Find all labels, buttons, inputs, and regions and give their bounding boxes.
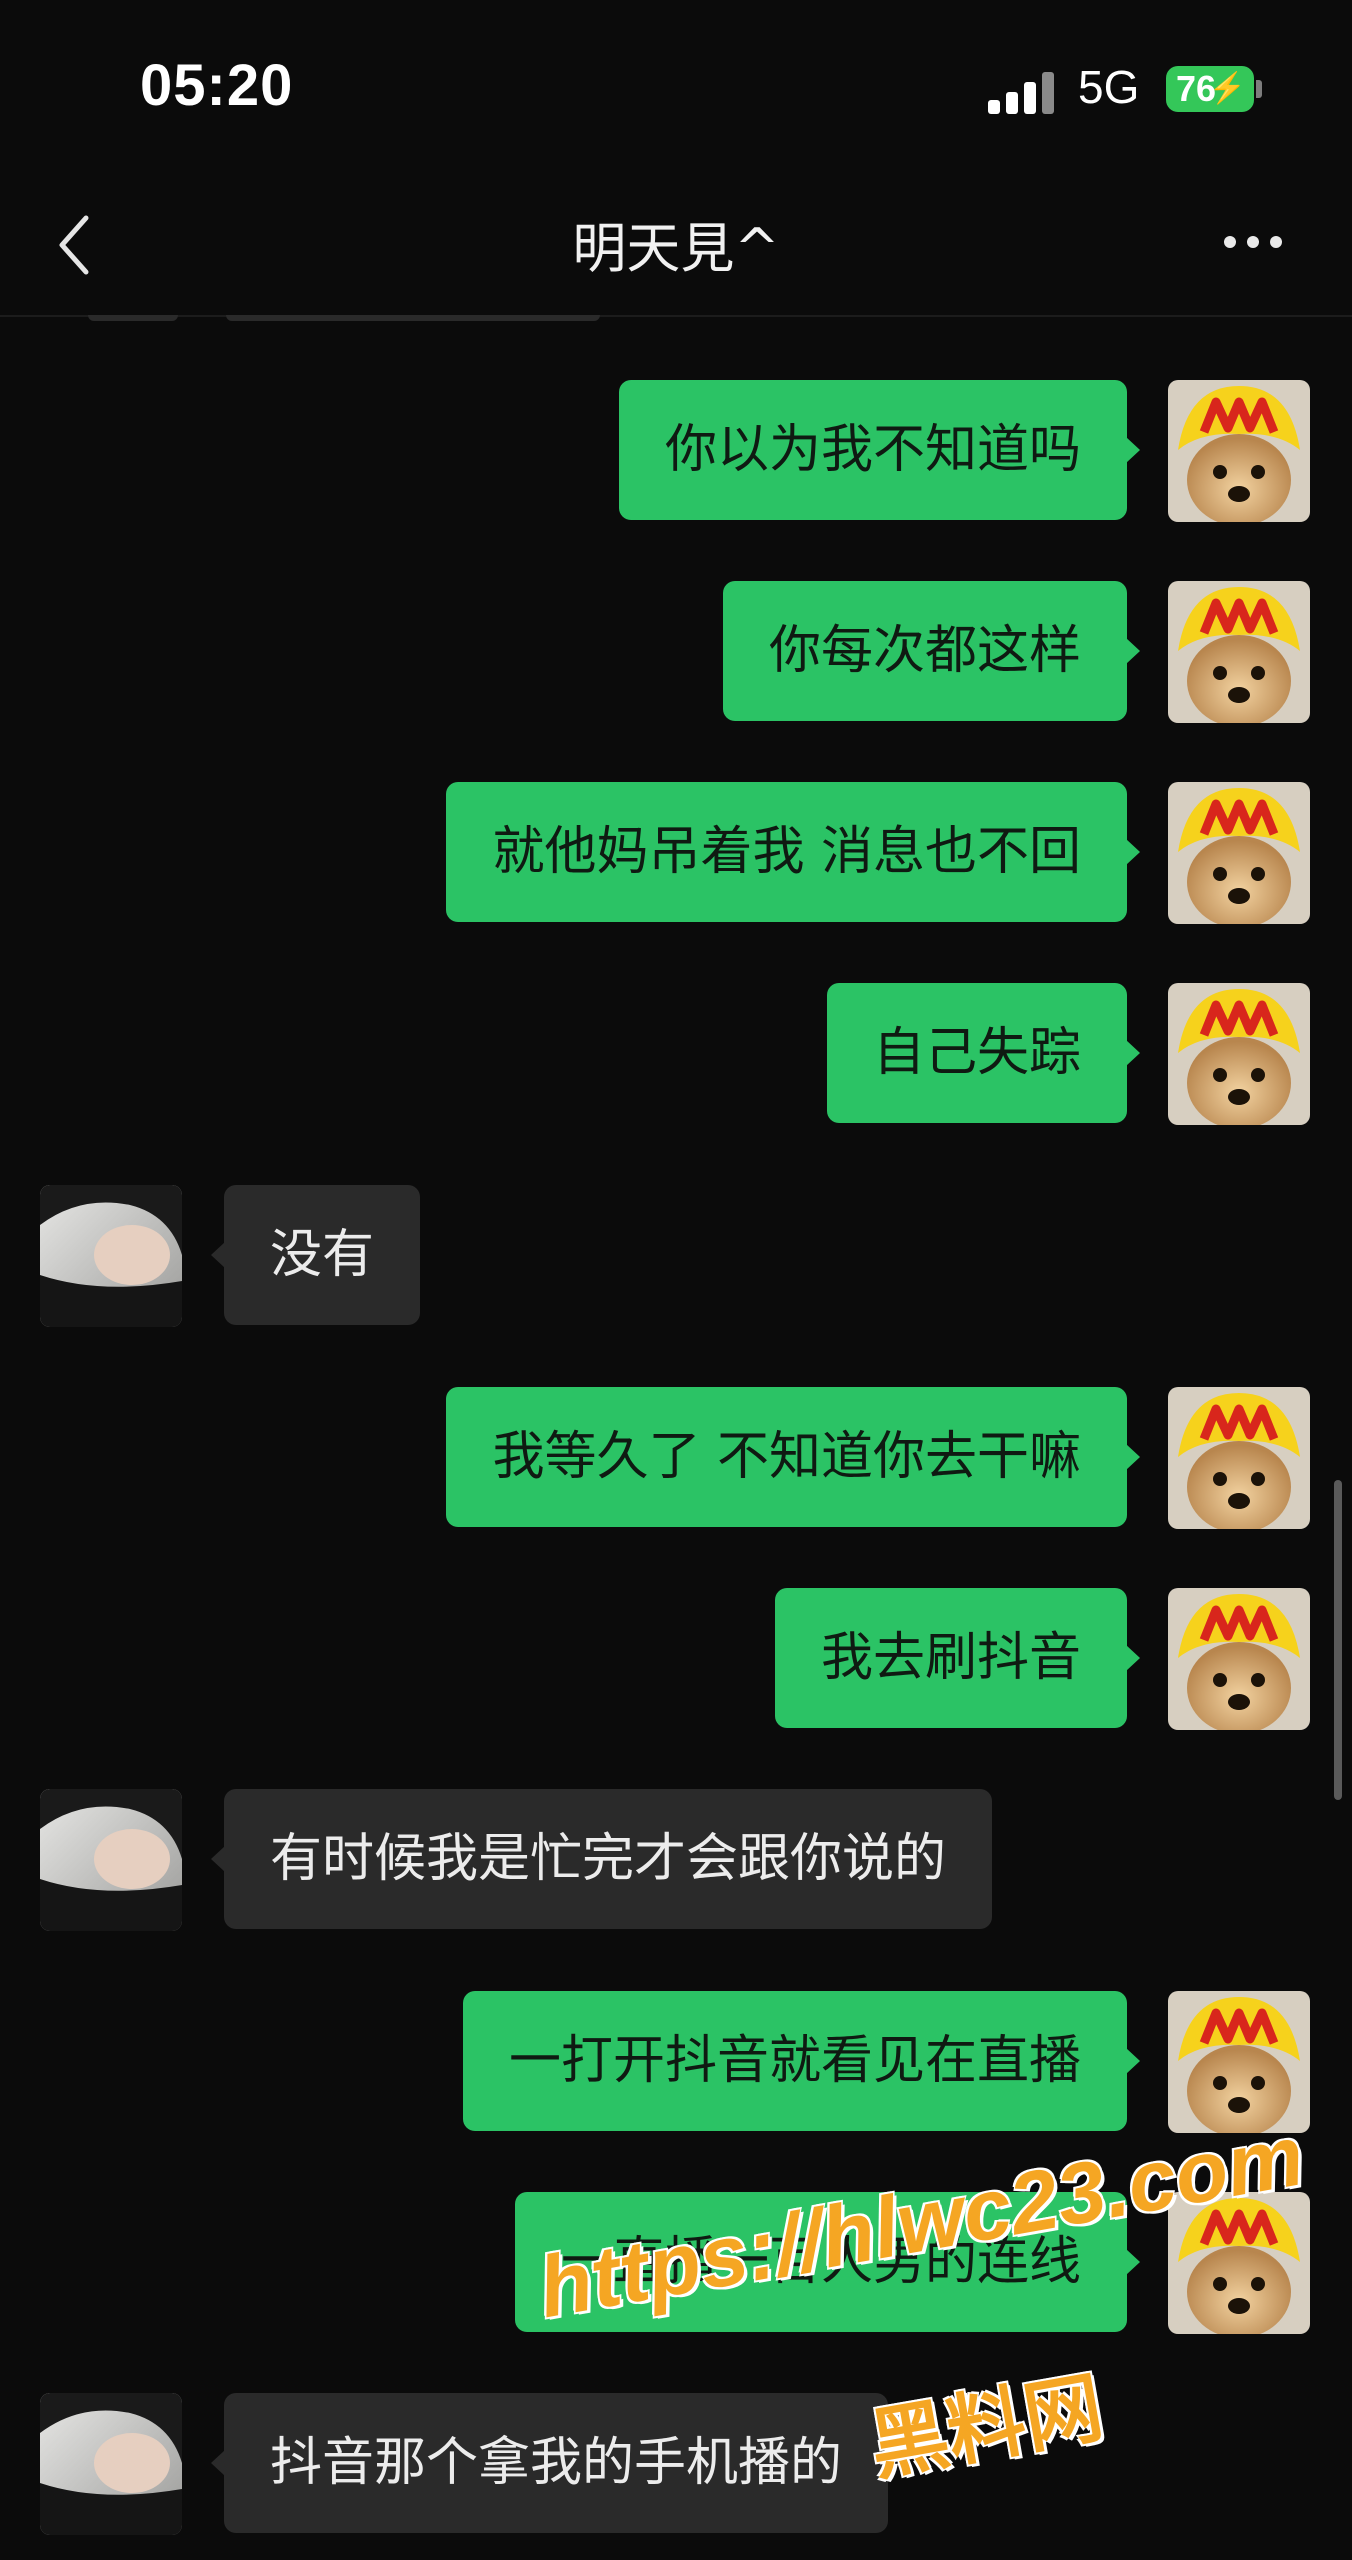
dog-avatar-icon	[1168, 581, 1310, 723]
message-bubble-sent[interactable]: 一打开抖音就看见在直播	[462, 1991, 1127, 2131]
avatar-self[interactable]	[1168, 782, 1310, 924]
bubble-tail	[1126, 839, 1140, 865]
battery-icon: 76 ⚡	[1166, 66, 1254, 112]
bubble-tail	[1126, 1040, 1140, 1066]
avatar-self[interactable]	[1168, 380, 1310, 522]
person-avatar-icon	[40, 1789, 182, 1931]
message-bubble-sent[interactable]: 我等久了 不知道你去干嘛	[446, 1387, 1127, 1527]
person-avatar-icon	[40, 1185, 182, 1327]
bubble-tail	[1126, 1444, 1140, 1470]
message-bubble-received[interactable]: 有时候我是忙完才会跟你说的	[224, 1789, 993, 1929]
message-bubble-received[interactable]: 没有	[224, 1185, 421, 1325]
avatar-self[interactable]	[1168, 1387, 1310, 1529]
bubble-tail	[211, 2450, 225, 2476]
bubble-tail	[1126, 1645, 1140, 1671]
signal-icon	[988, 68, 1060, 114]
dog-avatar-icon	[1168, 983, 1310, 1125]
chat-title: 明天見^	[572, 217, 780, 280]
message-bubble-sent[interactable]: 你每次都这样	[722, 581, 1127, 721]
dog-avatar-icon	[1168, 782, 1310, 924]
message-bubble-sent[interactable]: 就他妈吊着我 消息也不回	[446, 782, 1127, 922]
bubble-tail	[1126, 2048, 1140, 2074]
avatar-self[interactable]	[1168, 983, 1310, 1125]
person-avatar-icon	[40, 2393, 182, 2535]
chat-header: 明天見^	[0, 180, 1352, 317]
scrollbar[interactable]	[1334, 1480, 1342, 1800]
status-time: 05:20	[140, 53, 294, 118]
message-bubble-sent[interactable]: 自己失踪	[826, 983, 1127, 1123]
network-type: 5G	[1078, 61, 1140, 113]
avatar-self[interactable]	[1168, 1588, 1310, 1730]
bubble-tail	[1126, 638, 1140, 664]
previous-avatar-edge	[88, 315, 178, 321]
bubble-tail	[211, 1846, 225, 1872]
bubble-tail	[1126, 437, 1140, 463]
status-bar: 05:20 5G 76 ⚡	[0, 0, 1352, 180]
dog-avatar-icon	[1168, 380, 1310, 522]
avatar-self[interactable]	[1168, 581, 1310, 723]
charging-bolt-icon: ⚡	[1208, 72, 1246, 105]
avatar-contact[interactable]	[40, 1185, 182, 1327]
message-bubble-sent[interactable]: 我去刷抖音	[774, 1588, 1127, 1728]
battery-tip	[1256, 80, 1262, 98]
avatar-contact[interactable]	[40, 2393, 182, 2535]
message-bubble-received[interactable]: 抖音那个拿我的手机播的	[224, 2393, 889, 2533]
bubble-tail	[211, 1242, 225, 1268]
avatar-contact[interactable]	[40, 1789, 182, 1931]
watermark-site-name: 黑料网	[863, 2362, 1110, 2493]
previous-bubble-edge	[226, 315, 600, 321]
more-button[interactable]	[1218, 222, 1288, 262]
dog-avatar-icon	[1168, 1387, 1310, 1529]
bubble-tail	[1126, 2249, 1140, 2275]
message-bubble-sent[interactable]: 你以为我不知道吗	[618, 380, 1127, 520]
dog-avatar-icon	[1168, 1588, 1310, 1730]
